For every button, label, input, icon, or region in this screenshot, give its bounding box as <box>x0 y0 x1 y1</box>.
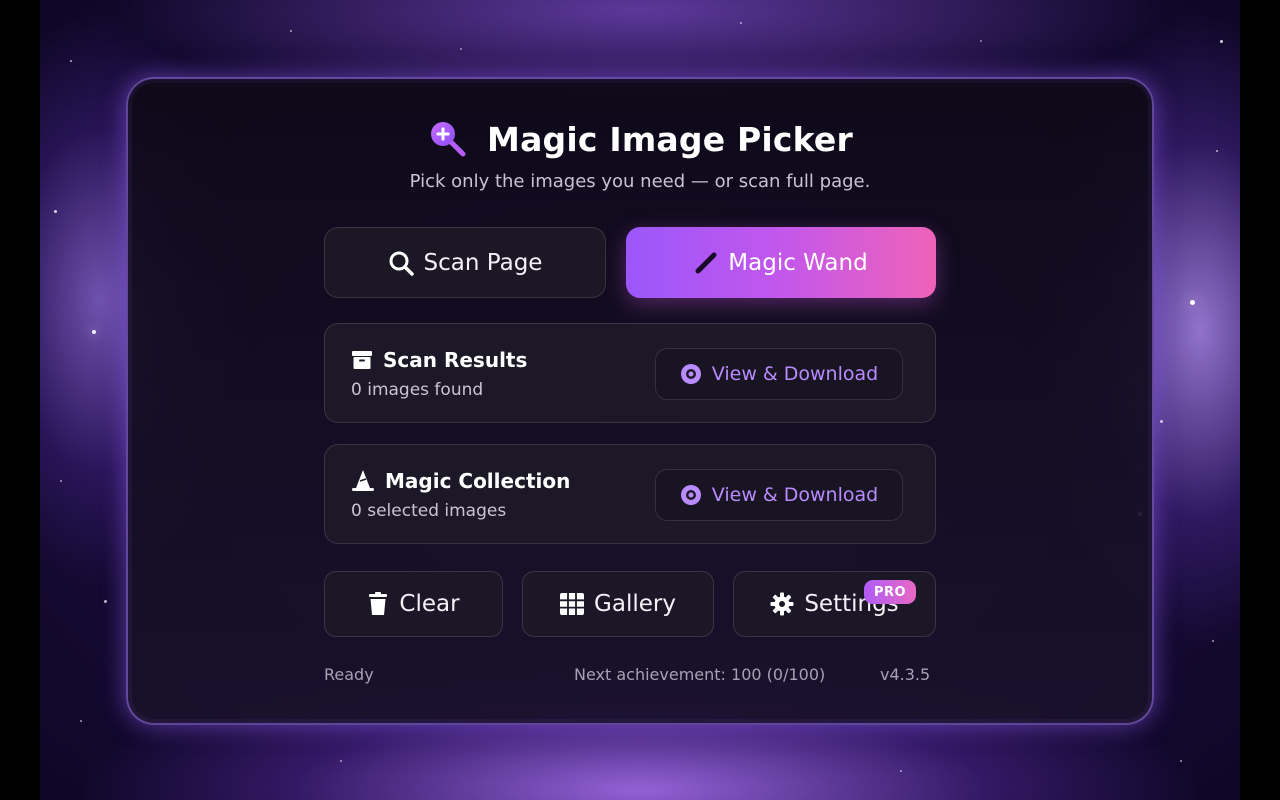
archive-box-icon <box>351 349 373 371</box>
version-label: v4.3.5 <box>880 665 931 684</box>
app-subtitle: Pick only the images you need — or scan … <box>409 171 871 192</box>
clear-button[interactable]: Clear <box>324 571 503 637</box>
settings-button[interactable]: Settings PRO <box>733 571 936 637</box>
scan-page-button[interactable]: Scan Page <box>324 227 606 298</box>
starfield-background: Magic Image Picker Pick only the images … <box>40 0 1240 800</box>
scan-results-count: 0 images found <box>351 380 484 400</box>
gallery-button[interactable]: Gallery <box>522 571 714 637</box>
trash-icon <box>367 592 389 616</box>
magnifier-plus-icon <box>427 119 467 159</box>
magic-collection-card: Magic Collection 0 selected images View … <box>324 444 936 544</box>
scan-results-title: Scan Results <box>383 348 528 372</box>
status-text: Ready <box>324 665 374 684</box>
magic-wand-button[interactable]: Magic Wand <box>626 227 936 298</box>
magic-collection-heading: Magic Collection <box>351 469 570 493</box>
gear-icon <box>770 592 794 616</box>
scan-results-view-download-button[interactable]: View & Download <box>655 348 903 400</box>
extension-popup-panel: Magic Image Picker Pick only the images … <box>126 77 1154 725</box>
view-download-label: View & Download <box>711 484 879 506</box>
wizard-hat-icon <box>351 469 375 493</box>
view-download-label: View & Download <box>711 363 879 385</box>
magic-wand-label: Magic Wand <box>728 249 868 276</box>
magic-collection-view-download-button[interactable]: View & Download <box>655 469 903 521</box>
gallery-label: Gallery <box>594 591 676 617</box>
magic-collection-count: 0 selected images <box>351 501 507 521</box>
pro-badge: PRO <box>864 580 916 604</box>
grid-icon <box>560 593 585 615</box>
app-header: Magic Image Picker <box>128 115 1152 163</box>
clear-label: Clear <box>399 591 460 617</box>
eye-icon <box>680 484 702 506</box>
search-icon <box>388 250 414 276</box>
wand-icon <box>694 251 718 275</box>
scan-results-heading: Scan Results <box>351 348 527 372</box>
app-title: Magic Image Picker <box>487 119 853 159</box>
magic-collection-title: Magic Collection <box>385 469 571 493</box>
achievement-progress: Next achievement: 100 (0/100) <box>574 665 826 684</box>
eye-icon <box>680 363 702 385</box>
scan-page-label: Scan Page <box>423 249 543 276</box>
scan-results-card: Scan Results 0 images found View & Downl… <box>324 323 936 423</box>
